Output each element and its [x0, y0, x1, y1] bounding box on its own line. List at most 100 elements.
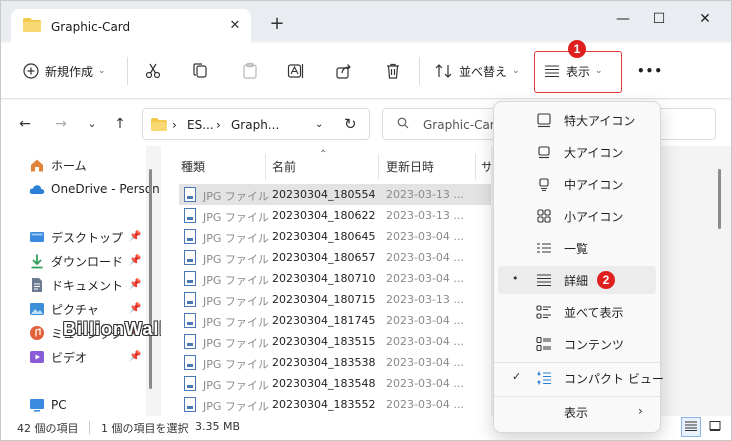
details-view-toggle[interactable] [681, 417, 701, 437]
small-icons-icon [537, 209, 551, 223]
menu-item-small-icons[interactable]: 小アイコン [498, 202, 656, 230]
table-row[interactable]: JPG ファイル 20230304_183552 2023-03-04 ... [179, 394, 491, 415]
nav-item-label: OneDrive - Person [51, 182, 160, 196]
maximize-button[interactable]: ☐ [645, 9, 673, 29]
nav-item-home[interactable]: ホーム [29, 155, 87, 175]
file-type: JPG ファイル [203, 358, 269, 371]
table-row[interactable]: JPG ファイル 20230304_180645 2023-03-04 ... [179, 226, 491, 247]
new-tab-button[interactable]: + [267, 15, 287, 35]
menu-item-list[interactable]: 一覧 [498, 234, 656, 262]
file-name: 20230304_183538 [272, 356, 376, 369]
pin-icon[interactable]: 📌 [129, 279, 141, 290]
chevron-down-icon: ⌄ [98, 66, 106, 76]
copy-button[interactable] [192, 57, 210, 85]
column-divider[interactable] [475, 154, 476, 180]
column-header-name[interactable]: 名前 [272, 158, 296, 175]
pin-icon[interactable]: 📌 [129, 231, 141, 242]
breadcrumb-separator: › [172, 118, 177, 132]
column-header-type[interactable]: 種類 [181, 158, 205, 175]
file-name: 20230304_180554 [272, 188, 376, 201]
item-count: 42 個の項目 [17, 422, 79, 435]
address-bar[interactable]: › ES... › Graph... ⌄ [142, 108, 370, 140]
menu-item-medium-icons[interactable]: 中アイコン [498, 170, 656, 198]
large-icons-view-toggle[interactable] [705, 417, 725, 437]
file-date: 2023-03-04 ... [386, 398, 464, 411]
table-row[interactable]: JPG ファイル 20230304_180715 2023-03-13 ... [179, 289, 491, 310]
file-type: JPG ファイル [203, 253, 269, 266]
plus-circle-icon [23, 63, 39, 79]
chevron-down-icon: ⌄ [512, 66, 520, 76]
file-list-scrollbar[interactable] [718, 169, 721, 229]
share-button[interactable] [335, 57, 353, 85]
nav-item-downloads[interactable]: ダウンロード [29, 251, 123, 271]
back-button[interactable]: ← [16, 115, 34, 133]
column-divider[interactable] [265, 154, 266, 180]
menu-item-details[interactable]: • 詳細 [498, 266, 656, 294]
pin-icon[interactable]: 📌 [129, 351, 141, 362]
forward-button[interactable]: → [52, 115, 70, 133]
nav-item-pc[interactable]: PC [29, 395, 67, 415]
up-button[interactable]: ↑ [111, 115, 129, 133]
nav-item-desktop[interactable]: デスクトップ [29, 227, 123, 247]
step-badge-2: 2 [597, 271, 615, 289]
rename-button[interactable] [287, 57, 305, 85]
new-button-label: 新規作成 [45, 64, 94, 79]
file-type: JPG ファイル [203, 274, 269, 287]
breadcrumb-es[interactable]: ES... [187, 118, 214, 132]
cut-button[interactable] [144, 57, 162, 85]
column-header-date[interactable]: 更新日時 [386, 158, 434, 175]
table-row[interactable]: JPG ファイル 20230304_183548 2023-03-04 ... [179, 373, 491, 394]
nav-item-onedrive[interactable]: OneDrive - Person [29, 179, 160, 199]
table-row[interactable]: JPG ファイル 20230304_183515 2023-03-04 ... [179, 331, 491, 352]
delete-button[interactable] [384, 57, 402, 85]
table-row[interactable]: JPG ファイル 20230304_180622 2023-03-13 ... [179, 205, 491, 226]
menu-item-extra-large-icons[interactable]: 特大アイコン [498, 106, 656, 134]
file-name: 20230304_180710 [272, 272, 376, 285]
tab-graphic-card[interactable]: Graphic-Card ✕ [11, 9, 251, 43]
menu-item-content[interactable]: コンテンツ [498, 330, 656, 358]
minimize-button[interactable]: — [609, 9, 637, 29]
file-date: 2023-03-04 ... [386, 230, 464, 243]
share-icon [336, 64, 351, 79]
paste-button[interactable] [241, 57, 259, 85]
jpg-file-icon [184, 292, 196, 307]
jpg-file-icon [184, 250, 196, 265]
sort-icon [435, 64, 452, 78]
nav-item-documents[interactable]: ドキュメント [29, 275, 123, 295]
file-date: 2023-03-04 ... [386, 356, 464, 369]
pin-icon[interactable]: 📌 [129, 303, 141, 314]
close-tab-icon[interactable]: ✕ [226, 17, 244, 35]
breadcrumb-graphic-card[interactable]: Graph... [231, 118, 279, 132]
menu-item-show[interactable]: 表示 › [498, 398, 656, 426]
table-row[interactable]: JPG ファイル 20230304_181745 2023-03-04 ... [179, 310, 491, 331]
nav-item-videos[interactable]: ビデオ [29, 347, 87, 367]
nav-item-label: デスクトップ [51, 230, 124, 245]
nav-item-label: ドキュメント [51, 278, 124, 293]
recent-locations-button[interactable]: ⌄ [83, 115, 101, 133]
table-row[interactable]: JPG ファイル 20230304_180657 2023-03-04 ... [179, 247, 491, 268]
close-window-button[interactable]: ✕ [691, 9, 719, 29]
menu-item-tiles[interactable]: 並べて表示 [498, 298, 656, 326]
jpg-file-icon [184, 229, 196, 244]
nav-scrollbar[interactable] [149, 169, 152, 389]
download-icon [31, 254, 43, 269]
file-date: 2023-03-04 ... [386, 251, 464, 264]
music-icon [30, 326, 44, 340]
view-button[interactable]: 表示 ⌄ [544, 57, 603, 85]
chevron-down-icon[interactable]: ⌄ [315, 119, 323, 130]
nav-item-pictures[interactable]: ピクチャ [29, 299, 99, 319]
menu-item-compact-view[interactable]: ✓ コンパクト ビュー [498, 364, 664, 392]
pin-icon[interactable]: 📌 [129, 255, 141, 266]
menu-item-label: 詳細 [564, 274, 589, 288]
refresh-icon[interactable]: ↻ [344, 115, 357, 133]
table-row[interactable]: JPG ファイル 20230304_180554 2023-03-13 ... [179, 184, 491, 205]
table-row[interactable]: JPG ファイル 20230304_183538 2023-03-04 ... [179, 352, 491, 373]
selected-count: 1 個の項目を選択 [101, 422, 189, 435]
table-row[interactable]: JPG ファイル 20230304_180710 2023-03-04 ... [179, 268, 491, 289]
more-options-button[interactable]: ••• [637, 57, 663, 85]
column-header-size[interactable]: サ [481, 158, 491, 175]
menu-item-large-icons[interactable]: 大アイコン [498, 138, 656, 166]
new-button[interactable]: 新規作成 ⌄ [23, 57, 106, 85]
sort-button[interactable]: 並べ替え ⌄ [435, 57, 520, 85]
column-divider[interactable] [378, 154, 379, 180]
